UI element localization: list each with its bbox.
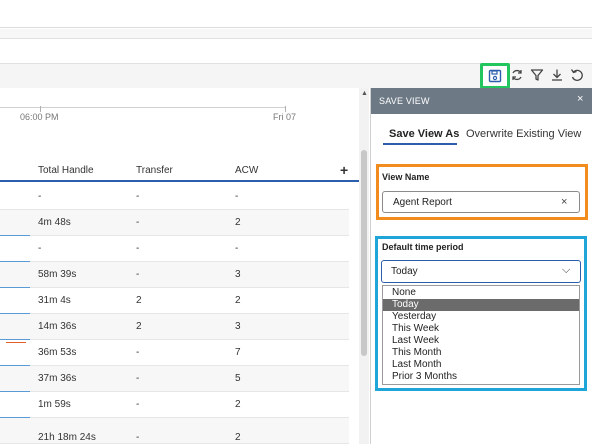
filter-icon: [530, 69, 544, 81]
transfer-cell: 2: [136, 321, 142, 332]
active-tab-indicator: [383, 143, 457, 145]
transfer-cell: -: [136, 243, 140, 254]
table-header: Total Handle Transfer ACW: [0, 160, 359, 182]
chevron-down-icon: ⌵: [562, 264, 571, 276]
option-yesterday[interactable]: Yesterday: [383, 311, 579, 323]
option-this-week[interactable]: This Week: [383, 323, 579, 335]
acw-cell: 7: [235, 347, 241, 358]
option-today[interactable]: Today: [383, 299, 579, 311]
tab-save-view-as[interactable]: Save View As: [389, 128, 459, 140]
column-header-acw[interactable]: ACW: [235, 165, 258, 176]
column-header-total-handle[interactable]: Total Handle: [38, 165, 94, 176]
undo-button[interactable]: [568, 66, 586, 84]
time-period-value: Today: [391, 266, 418, 277]
total-handle-cell: 36m 53s: [38, 347, 77, 358]
table-row[interactable]: 31m 4s 2 2: [0, 288, 349, 314]
timeline-label: Fri 07: [273, 112, 297, 122]
option-last-week[interactable]: Last Week: [383, 335, 579, 347]
total-handle-cell: 31m 4s: [38, 295, 71, 306]
close-icon[interactable]: ×: [577, 93, 583, 105]
download-icon: [552, 69, 562, 81]
tab-overwrite-existing-view[interactable]: Overwrite Existing View: [466, 128, 581, 140]
view-name-value: Agent Report: [393, 197, 452, 208]
acw-cell: -: [235, 191, 239, 202]
undo-icon: [570, 69, 583, 81]
acw-cell: 3: [235, 269, 241, 280]
acw-cell: 3: [235, 321, 241, 332]
transfer-cell: -: [136, 373, 140, 384]
timeline-axis: [0, 107, 286, 108]
total-handle-cell: 37m 36s: [38, 373, 77, 384]
save-icon: [488, 69, 502, 83]
total-handle-cell: 14m 36s: [38, 321, 77, 332]
transfer-cell: -: [136, 217, 140, 228]
option-last-month[interactable]: Last Month: [383, 359, 579, 371]
panel-header: SAVE VIEW ×: [371, 88, 592, 114]
table-row[interactable]: 37m 36s - 5: [0, 366, 349, 392]
add-column-button[interactable]: +: [340, 162, 348, 178]
transfer-cell: -: [136, 191, 140, 202]
save-view-button[interactable]: [480, 63, 510, 89]
scrollbar-thumb[interactable]: [361, 150, 367, 356]
acw-cell: 2: [235, 399, 241, 410]
acw-cell: -: [235, 243, 239, 254]
clear-icon[interactable]: ×: [561, 196, 567, 208]
table-row[interactable]: 36m 53s - 7: [0, 340, 349, 366]
filter-bar[interactable]: [0, 38, 592, 64]
scroll-up-icon[interactable]: ▲: [361, 90, 368, 97]
transfer-cell: 2: [136, 295, 142, 306]
transfer-cell: -: [136, 269, 140, 280]
total-handle-cell: 58m 39s: [38, 269, 77, 280]
refresh-button[interactable]: [508, 66, 526, 84]
top-bar: [0, 0, 592, 28]
view-name-label: View Name: [382, 172, 430, 182]
transfer-cell: -: [136, 347, 140, 358]
transfer-cell: -: [136, 432, 140, 443]
total-handle-cell: -: [38, 191, 42, 202]
table-row[interactable]: - - -: [0, 184, 349, 210]
timeline: 06:00 PM Fri 07: [0, 88, 360, 160]
option-this-month[interactable]: This Month: [383, 347, 579, 359]
acw-cell: 2: [235, 432, 241, 443]
total-handle-cell: 4m 48s: [38, 217, 71, 228]
time-period-options: None Today Yesterday This Week Last Week…: [382, 285, 580, 385]
spacer-strip: [0, 29, 592, 38]
total-handle-cell: -: [38, 243, 42, 254]
transfer-cell: -: [136, 399, 140, 410]
total-handle-cell: 21h 18m 24s: [38, 432, 96, 443]
acw-cell: 5: [235, 373, 241, 384]
total-handle-cell: 1m 59s: [38, 399, 71, 410]
table-row[interactable]: 1m 59s - 2: [0, 392, 349, 418]
option-none[interactable]: None: [383, 287, 579, 299]
table-row[interactable]: 58m 39s - 3: [0, 262, 349, 288]
view-name-input[interactable]: Agent Report ×: [382, 191, 580, 213]
option-prior-3-months[interactable]: Prior 3 Months: [383, 371, 579, 383]
filter-button[interactable]: [528, 66, 546, 84]
table-row[interactable]: 14m 36s 2 3: [0, 314, 349, 340]
download-button[interactable]: [548, 66, 566, 84]
panel-title: SAVE VIEW: [379, 96, 430, 106]
table-row[interactable]: 21h 18m 24s - 2: [0, 418, 349, 444]
table-row[interactable]: - - -: [0, 236, 349, 262]
timeline-label: 06:00 PM: [20, 112, 59, 122]
time-period-select[interactable]: Today ⌵: [381, 260, 581, 283]
vertical-scrollbar[interactable]: [359, 88, 369, 444]
table-row[interactable]: 4m 48s - 2: [0, 210, 349, 236]
column-header-transfer[interactable]: Transfer: [136, 165, 173, 176]
acw-cell: 2: [235, 217, 241, 228]
acw-cell: 2: [235, 295, 241, 306]
time-period-label: Default time period: [382, 242, 464, 252]
refresh-icon: [512, 69, 522, 81]
